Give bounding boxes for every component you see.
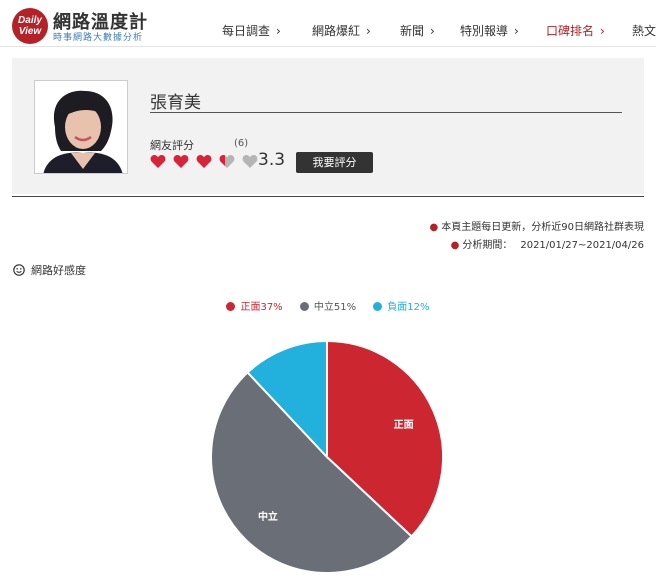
profile-card: 張育美 網友評分 (6) 3.3 我要評分 xyxy=(12,58,644,194)
legend-label: 負面12% xyxy=(387,302,430,313)
legend-dot xyxy=(226,302,236,311)
sentiment-pie-chart: 正面中立 xyxy=(210,339,444,574)
nav-item-special-report[interactable]: 特別報導 › xyxy=(460,22,519,39)
nav-label: 新聞 xyxy=(400,24,425,38)
logo-line-2: View xyxy=(18,26,42,37)
legend-item-neutral[interactable]: 中立51% xyxy=(299,298,357,313)
person-name: 張育美 xyxy=(150,93,201,113)
nav-item-ranking[interactable]: 口碑排名 › xyxy=(546,22,605,39)
daily-view-logo[interactable]: Daily View xyxy=(12,8,48,44)
brand-subtitle: 時事網路大數據分析 xyxy=(53,33,144,43)
site-header: Daily View 網路溫度計 時事網路大數據分析 每日調查 › 網路爆紅 › 新… xyxy=(0,0,656,48)
rate-button[interactable]: 我要評分 xyxy=(296,152,373,173)
section-divider xyxy=(12,196,644,197)
period-label: 分析期間： xyxy=(462,240,513,251)
nav-item-hot-articles[interactable]: 熱文 xyxy=(632,22,656,39)
chevron-right-icon: › xyxy=(430,24,435,38)
header-divider xyxy=(0,46,656,47)
rating-label: 網友評分 xyxy=(150,139,194,152)
legend-item-negative[interactable]: 負面12% xyxy=(373,298,430,313)
chevron-right-icon: › xyxy=(600,24,605,38)
update-note-text: 本頁主題每日更新，分析近90日網路社群表現 xyxy=(441,222,644,233)
heart-empty-icon xyxy=(242,155,258,168)
heart-full-icon xyxy=(150,155,166,168)
chevron-right-icon: › xyxy=(276,24,281,38)
name-underline xyxy=(150,112,622,113)
chart-legend: 正面37% 中立51% 負面12% xyxy=(0,298,656,313)
pie-slice-label: 正面 xyxy=(394,419,414,431)
heart-partial-icon xyxy=(219,155,235,168)
nav-label: 每日調查 xyxy=(222,24,271,38)
nav-item-viral[interactable]: 網路爆紅 › xyxy=(312,22,371,39)
analysis-period: ● 分析期間： 2021/01/27~2021/04/26 xyxy=(451,236,644,251)
legend-item-positive[interactable]: 正面37% xyxy=(226,298,283,313)
bullet-icon: ● xyxy=(429,222,439,233)
nav-item-news[interactable]: 新聞 › xyxy=(400,22,435,39)
main-nav: 每日調查 › 網路爆紅 › 新聞 › 特別報導 › 口碑排名 › 熱文 xyxy=(222,22,656,40)
legend-dot xyxy=(299,302,309,311)
nav-label: 口碑排名 xyxy=(546,24,595,38)
nav-label: 特別報導 xyxy=(460,24,509,38)
nav-label: 熱文 xyxy=(632,24,656,38)
update-note: ● 本頁主題每日更新，分析近90日網路社群表現 xyxy=(430,218,644,233)
smile-icon xyxy=(13,264,25,276)
rating-count: (6) xyxy=(234,138,249,149)
section-title-text: 網路好感度 xyxy=(31,264,86,277)
legend-label: 中立51% xyxy=(313,302,357,313)
nav-item-daily-survey[interactable]: 每日調查 › xyxy=(222,22,281,39)
bullet-icon: ● xyxy=(450,240,460,251)
chevron-right-icon: › xyxy=(366,24,371,38)
person-portrait-icon xyxy=(35,81,127,173)
logo-line-1: Daily xyxy=(18,15,42,26)
legend-label: 正面37% xyxy=(240,302,283,313)
heart-full-icon xyxy=(173,155,189,168)
nav-label: 網路爆紅 xyxy=(312,24,361,38)
heart-rating xyxy=(150,154,260,170)
heart-full-icon xyxy=(196,155,212,168)
period-value: 2021/01/27~2021/04/26 xyxy=(520,240,644,251)
pie-slice-label: 中立 xyxy=(258,510,278,523)
chevron-right-icon: › xyxy=(514,24,519,38)
legend-dot xyxy=(373,302,383,311)
section-title: 網路好感度 xyxy=(13,262,86,278)
rating-score: 3.3 xyxy=(258,150,286,170)
profile-photo xyxy=(34,80,128,174)
